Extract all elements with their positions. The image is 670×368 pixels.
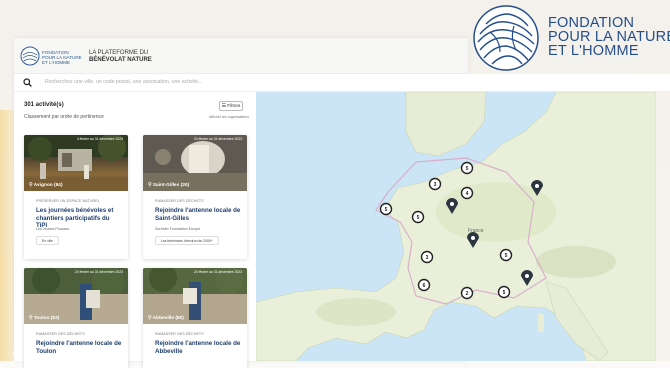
results-count: 301 activité(s) bbox=[24, 102, 64, 108]
card-location-label: Saint-Gilles (30) bbox=[152, 183, 190, 188]
results-list: 301 activité(s) Classement par ordre de … bbox=[14, 92, 256, 368]
map-cluster-marker[interactable]: 5 bbox=[379, 202, 393, 216]
search-icon[interactable] bbox=[23, 78, 32, 87]
card-category: RAMASSER DES DÉCHETS bbox=[155, 199, 204, 203]
map-land-corsica bbox=[538, 314, 544, 332]
svg-text:5: 5 bbox=[466, 166, 469, 172]
card-category: RAMASSER DES DÉCHETS bbox=[155, 332, 204, 336]
card-location-label: Toulon (83) bbox=[33, 316, 60, 321]
app-header: FONDATION POUR LA NATURE ET L'HOMME LA P… bbox=[14, 38, 468, 74]
header-logo-icon[interactable] bbox=[20, 46, 40, 66]
filters-label: Filtres bbox=[227, 104, 241, 109]
card-location-label: Avignon (84) bbox=[33, 183, 63, 188]
card-category: RAMASSER DES DÉCHETS bbox=[36, 332, 85, 336]
activity-card[interactable]: 24 février au 31 décembre 2023 ⚲ Abbevil… bbox=[143, 268, 247, 368]
card-photo: 24 février au 31 décembre 2023 ⚲ Saint-G… bbox=[143, 135, 247, 191]
map-cluster-marker[interactable]: 5 bbox=[411, 210, 425, 224]
brand-name: FONDATION POUR LA NATURE ET L'HOMME bbox=[548, 15, 670, 59]
activity-card[interactable]: 4 février au 31 décembre 2023 ⚲ Avignon … bbox=[24, 135, 128, 259]
card-organization: Surfrider Foundation Europe bbox=[155, 227, 201, 231]
map-cluster-marker[interactable]: 2 bbox=[460, 286, 474, 300]
activity-card[interactable]: 24 février au 31 décembre 2023 ⚲ Toulon … bbox=[24, 268, 128, 368]
card-organization: Les Jeunes Pousses bbox=[36, 227, 70, 231]
svg-text:2: 2 bbox=[466, 291, 469, 297]
brand-line-3: ET L'HOMME bbox=[548, 43, 639, 59]
activity-card[interactable]: 24 février au 31 décembre 2023 ⚲ Saint-G… bbox=[143, 135, 247, 259]
card-date: 24 février au 31 décembre 2023 bbox=[193, 137, 242, 141]
card-location: ⚲ Toulon (83) bbox=[29, 316, 59, 321]
card-photo: 4 février au 31 décembre 2023 ⚲ Avignon … bbox=[24, 135, 128, 191]
header-logo-text: FONDATION POUR LA NATURE ET L'HOMME bbox=[42, 50, 82, 65]
map-cluster-marker[interactable]: 4 bbox=[460, 186, 474, 200]
card-location: ⚲ Saint-Gilles (30) bbox=[148, 183, 189, 188]
map[interactable]: France 5 3 4 5 5 3 5 6 2 5 bbox=[256, 92, 656, 361]
platform-title-line-1: LA PLATEFORME DU bbox=[89, 50, 149, 56]
svg-text:3: 3 bbox=[434, 182, 437, 188]
card-category: PRÉSERVER UN ESPACE NATUREL bbox=[36, 199, 100, 203]
search-input[interactable]: Recherchez une ville, un code postal, un… bbox=[45, 79, 202, 85]
card-tag: En ville bbox=[36, 236, 59, 245]
fingerprint-globe-icon bbox=[473, 5, 539, 71]
map-forest bbox=[316, 298, 396, 326]
card-title[interactable]: Rejoindre l'antenne locale de Toulon bbox=[36, 340, 122, 355]
svg-text:6: 6 bbox=[423, 283, 426, 289]
card-date: 24 février au 31 décembre 2023 bbox=[193, 270, 242, 274]
card-date: 4 février au 31 décembre 2023 bbox=[76, 137, 123, 141]
brand-logo: FONDATION POUR LA NATURE ET L'HOMME bbox=[470, 4, 670, 72]
search-bar[interactable]: Recherchez une ville, un code postal, un… bbox=[14, 74, 670, 92]
card-location: ⚲ Abbeville (80) bbox=[148, 316, 184, 321]
map-land-uk bbox=[405, 92, 487, 157]
sort-label[interactable]: Classement par ordre de pertinence bbox=[24, 114, 104, 120]
map-canvas[interactable]: France 5 3 4 5 5 3 5 6 2 5 bbox=[256, 92, 656, 361]
backdrop-accent bbox=[0, 110, 14, 361]
map-cluster-marker[interactable]: 3 bbox=[420, 250, 434, 264]
brand-line-2: POUR LA NATURE bbox=[548, 29, 670, 45]
card-location: ⚲ Avignon (84) bbox=[29, 183, 63, 188]
card-title[interactable]: Rejoindre l'antenne locale de Saint-Gill… bbox=[155, 207, 241, 222]
platform-title: LA PLATEFORME DU BÉNÉVOLAT NATURE bbox=[89, 50, 152, 64]
header-logo-line-3: ET L'HOMME bbox=[42, 60, 71, 65]
svg-text:5: 5 bbox=[385, 207, 388, 213]
map-cluster-marker[interactable]: 3 bbox=[428, 177, 442, 191]
map-cluster-marker[interactable]: 5 bbox=[497, 285, 511, 299]
svg-text:5: 5 bbox=[417, 215, 420, 221]
map-cluster-marker[interactable]: 6 bbox=[417, 278, 431, 292]
card-tag: Les bénévoles d'environ de 2000+ bbox=[155, 236, 219, 245]
filters-button[interactable]: ☰ Filtres bbox=[219, 101, 243, 111]
svg-text:5: 5 bbox=[503, 290, 506, 296]
platform-title-line-2: BÉNÉVOLAT NATURE bbox=[89, 57, 152, 63]
card-photo: 24 février au 31 décembre 2023 ⚲ Abbevil… bbox=[143, 268, 247, 324]
svg-text:3: 3 bbox=[426, 255, 429, 261]
card-photo: 24 février au 31 décembre 2023 ⚲ Toulon … bbox=[24, 268, 128, 324]
map-cluster-marker[interactable]: 5 bbox=[499, 248, 513, 262]
svg-text:4: 4 bbox=[466, 191, 469, 197]
brand-line-1: FONDATION bbox=[548, 15, 635, 31]
map-cluster-marker[interactable]: 5 bbox=[460, 161, 474, 175]
card-title[interactable]: Rejoindre l'antenne locale de Abbeville bbox=[155, 340, 241, 355]
svg-text:5: 5 bbox=[505, 253, 508, 259]
card-location-label: Abbeville (80) bbox=[152, 316, 184, 321]
map-alps bbox=[536, 246, 616, 278]
card-date: 24 février au 31 décembre 2023 bbox=[74, 270, 123, 274]
show-organisations-link[interactable]: Afficher les organisations bbox=[209, 115, 249, 119]
